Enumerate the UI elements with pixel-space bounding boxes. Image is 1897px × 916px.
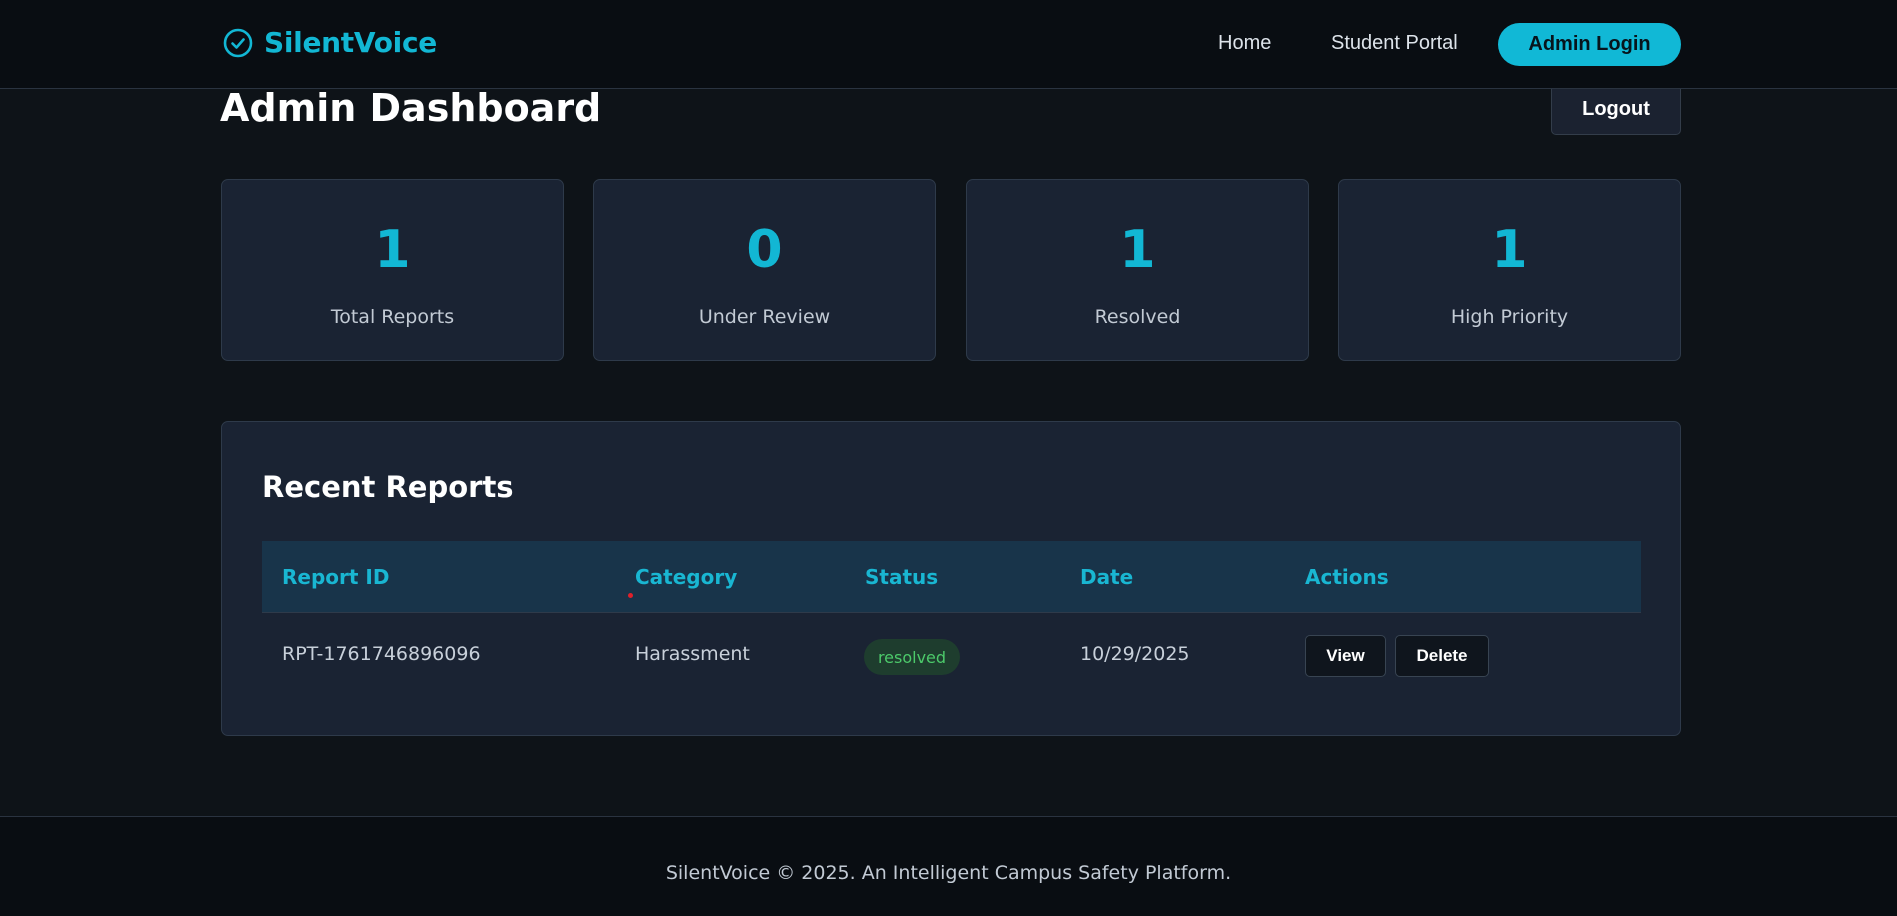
column-header-category: Category — [635, 565, 738, 589]
stat-card-total-reports: 1 Total Reports — [221, 179, 564, 361]
brand-name: SilentVoice — [264, 26, 437, 59]
column-header-status: Status — [865, 565, 939, 589]
recent-reports-title: Recent Reports — [262, 470, 514, 504]
notification-dot — [628, 593, 633, 598]
stat-value: 1 — [1491, 220, 1528, 280]
recent-reports-panel: Recent Reports Report ID Category Status… — [221, 421, 1681, 736]
column-header-date: Date — [1080, 565, 1134, 589]
date-cell: 10/29/2025 — [1080, 643, 1190, 665]
report-id-cell: RPT-1761746896096 — [282, 643, 481, 665]
nav-link-student-portal[interactable]: Student Portal — [1331, 32, 1458, 55]
logout-button[interactable]: Logout — [1551, 84, 1681, 135]
stat-card-under-review: 0 Under Review — [593, 179, 936, 361]
column-header-report-id: Report ID — [282, 565, 390, 589]
stat-value: 0 — [746, 220, 783, 280]
page-title: Admin Dashboard — [220, 86, 602, 130]
nav-link-home[interactable]: Home — [1218, 32, 1271, 55]
admin-login-button[interactable]: Admin Login — [1498, 23, 1681, 66]
stat-label: Resolved — [1094, 306, 1181, 328]
stat-card-high-priority: 1 High Priority — [1338, 179, 1681, 361]
stat-value: 1 — [1119, 220, 1156, 280]
status-badge: resolved — [864, 639, 960, 675]
table-row: RPT-1761746896096 Harassment resolved 10… — [262, 614, 1641, 698]
stat-card-resolved: 1 Resolved — [966, 179, 1309, 361]
table-header: Report ID Category Status Date Actions — [262, 541, 1641, 613]
column-header-actions: Actions — [1305, 565, 1389, 589]
stat-value: 1 — [374, 220, 411, 280]
view-button[interactable]: View — [1305, 635, 1386, 677]
footer-text: SilentVoice © 2025. An Intelligent Campu… — [665, 862, 1232, 884]
stat-label: High Priority — [1450, 306, 1569, 328]
top-navbar: SilentVoice Home Student Portal Admin Lo… — [0, 0, 1897, 89]
delete-button[interactable]: Delete — [1395, 635, 1489, 677]
stat-label: Total Reports — [330, 306, 455, 328]
stat-label: Under Review — [698, 306, 831, 328]
page-footer: SilentVoice © 2025. An Intelligent Campu… — [0, 816, 1897, 916]
category-cell: Harassment — [635, 643, 750, 665]
check-circle-icon — [222, 27, 254, 59]
brand-logo[interactable]: SilentVoice — [222, 26, 437, 59]
